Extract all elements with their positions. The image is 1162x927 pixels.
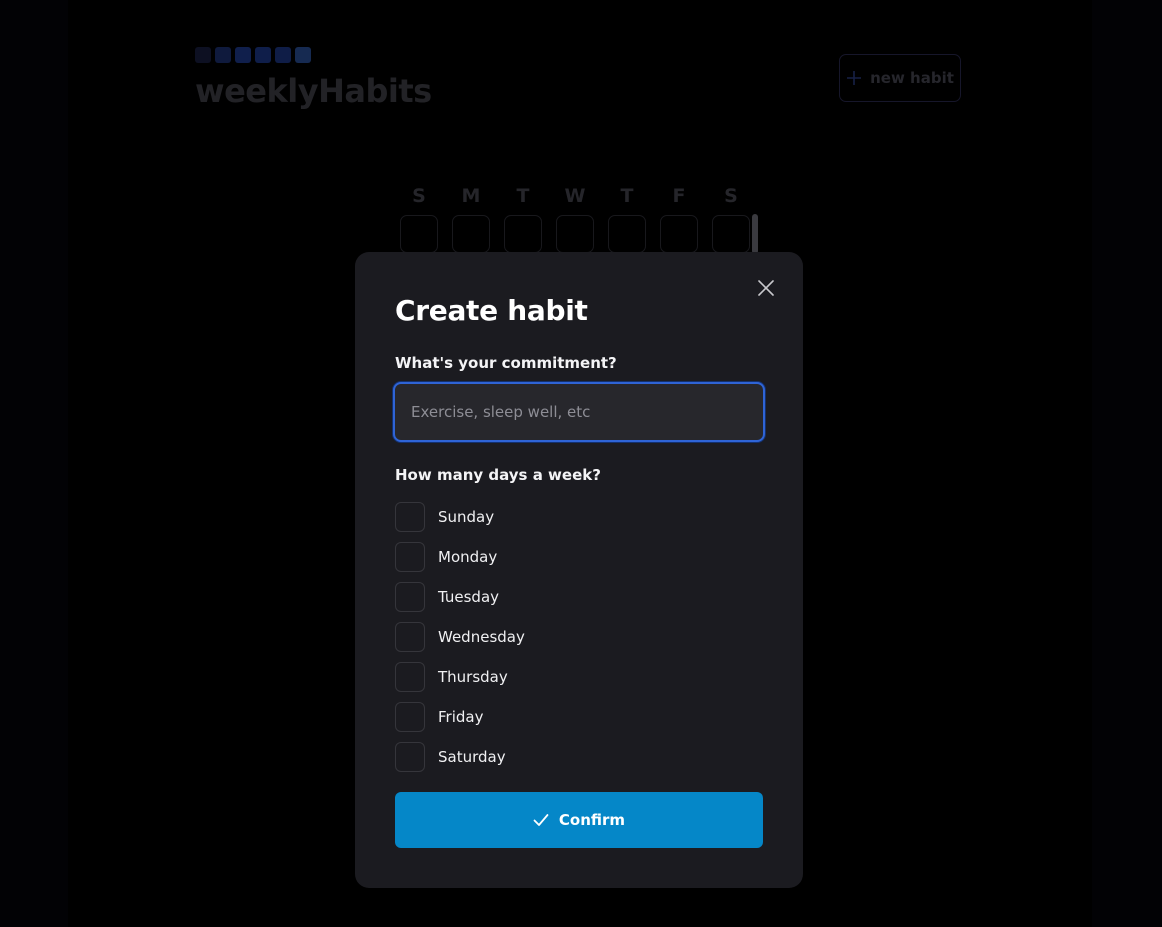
weekday-letter: S: [412, 185, 426, 207]
weekday-letter: F: [672, 185, 686, 207]
week-column: T: [607, 186, 647, 253]
logo-square: [195, 47, 211, 63]
day-checkbox[interactable]: [395, 502, 425, 532]
weekday-letter: T: [516, 185, 530, 207]
habit-day-cell[interactable]: [556, 215, 594, 253]
close-button[interactable]: [754, 276, 778, 300]
day-checkbox[interactable]: [395, 542, 425, 572]
day-checkbox[interactable]: [395, 702, 425, 732]
new-habit-label: new habit: [870, 69, 954, 87]
day-option-friday[interactable]: Friday: [395, 697, 525, 737]
day-option-sunday[interactable]: Sunday: [395, 497, 525, 537]
day-label: Thursday: [438, 668, 508, 686]
habit-day-cell[interactable]: [452, 215, 490, 253]
check-icon: [533, 814, 549, 826]
day-label: Wednesday: [438, 628, 525, 646]
day-option-wednesday[interactable]: Wednesday: [395, 617, 525, 657]
weekday-letter: T: [620, 185, 634, 207]
day-option-monday[interactable]: Monday: [395, 537, 525, 577]
new-habit-button[interactable]: new habit: [839, 54, 961, 102]
day-checkbox[interactable]: [395, 662, 425, 692]
day-option-saturday[interactable]: Saturday: [395, 737, 525, 777]
create-habit-dialog: Create habit What's your commitment? How…: [355, 252, 803, 888]
week-column: M: [451, 186, 491, 253]
logo-square: [295, 47, 311, 63]
habit-day-cell[interactable]: [660, 215, 698, 253]
dialog-title: Create habit: [395, 294, 588, 327]
confirm-button[interactable]: Confirm: [395, 792, 763, 848]
plus-icon: [847, 71, 862, 85]
week-column: S: [711, 186, 751, 253]
week-grid: S M T W T F S: [399, 186, 751, 253]
commitment-input[interactable]: [393, 382, 765, 442]
day-label: Saturday: [438, 748, 506, 766]
logo-square: [255, 47, 271, 63]
weekday-letter: W: [564, 185, 586, 207]
logo-square: [275, 47, 291, 63]
app-title: weeklyHabits: [195, 72, 432, 110]
week-column: T: [503, 186, 543, 253]
day-checkbox[interactable]: [395, 622, 425, 652]
days-label: How many days a week?: [395, 466, 601, 484]
day-label: Friday: [438, 708, 484, 726]
weekday-letter: M: [461, 185, 481, 207]
day-label: Monday: [438, 548, 498, 566]
confirm-label: Confirm: [558, 811, 626, 829]
week-column: S: [399, 186, 439, 253]
days-checkbox-list: Sunday Monday Tuesday Wednesday Thursday…: [395, 497, 525, 777]
habit-day-cell[interactable]: [712, 215, 750, 253]
day-checkbox[interactable]: [395, 582, 425, 612]
close-icon: [758, 280, 774, 296]
week-column: W: [555, 186, 595, 253]
logo-square: [235, 47, 251, 63]
day-label: Tuesday: [438, 588, 500, 606]
app-page: weeklyHabits new habit S M T W T F S Cre…: [0, 0, 1162, 927]
logo-square: [215, 47, 231, 63]
habit-day-cell[interactable]: [400, 215, 438, 253]
day-checkbox[interactable]: [395, 742, 425, 772]
weekday-letter: S: [724, 185, 738, 207]
day-label: Sunday: [438, 508, 495, 526]
logo: [195, 47, 311, 63]
commitment-label: What's your commitment?: [395, 354, 617, 372]
scrollbar-thumb[interactable]: [752, 214, 758, 254]
habit-day-cell[interactable]: [608, 215, 646, 253]
habit-day-cell[interactable]: [504, 215, 542, 253]
day-option-thursday[interactable]: Thursday: [395, 657, 525, 697]
week-column: F: [659, 186, 699, 253]
day-option-tuesday[interactable]: Tuesday: [395, 577, 525, 617]
